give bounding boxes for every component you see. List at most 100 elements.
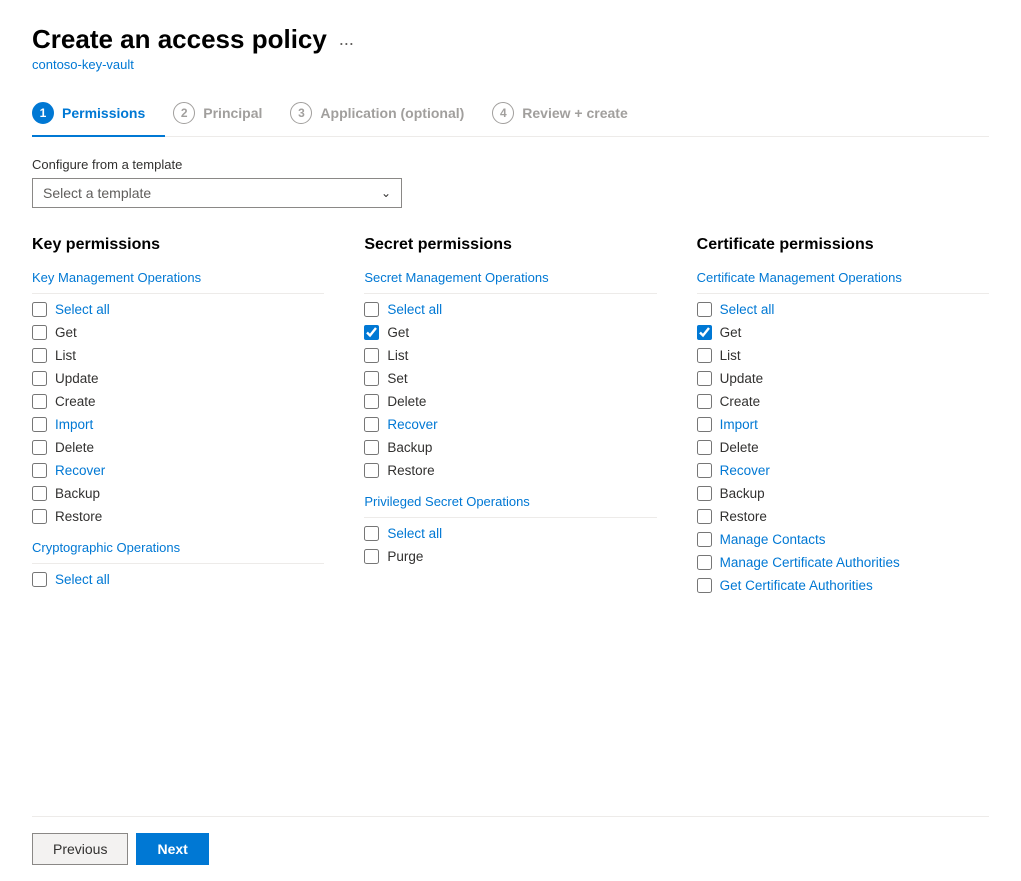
key-delete-row[interactable]: Delete (32, 440, 324, 455)
cert-manage-ca-label[interactable]: Manage Certificate Authorities (720, 555, 900, 570)
cert-restore-row[interactable]: Restore (697, 509, 989, 524)
key-update-label[interactable]: Update (55, 371, 99, 386)
secret-restore-checkbox[interactable] (364, 463, 379, 478)
secret-backup-row[interactable]: Backup (364, 440, 656, 455)
step-application[interactable]: 3 Application (optional) (290, 92, 484, 136)
cert-select-all-checkbox[interactable] (697, 302, 712, 317)
key-crypto-select-all-label[interactable]: Select all (55, 572, 110, 587)
secret-purge-checkbox[interactable] (364, 549, 379, 564)
cert-manage-ca-checkbox[interactable] (697, 555, 712, 570)
cert-import-checkbox[interactable] (697, 417, 712, 432)
key-import-checkbox[interactable] (32, 417, 47, 432)
key-delete-label[interactable]: Delete (55, 440, 94, 455)
key-import-label[interactable]: Import (55, 417, 93, 432)
step-permissions[interactable]: 1 Permissions (32, 92, 165, 136)
cert-restore-label[interactable]: Restore (720, 509, 767, 524)
secret-purge-label[interactable]: Purge (387, 549, 423, 564)
secret-delete-label[interactable]: Delete (387, 394, 426, 409)
cert-backup-checkbox[interactable] (697, 486, 712, 501)
secret-delete-row[interactable]: Delete (364, 394, 656, 409)
key-restore-row[interactable]: Restore (32, 509, 324, 524)
key-backup-checkbox[interactable] (32, 486, 47, 501)
key-recover-checkbox[interactable] (32, 463, 47, 478)
key-import-row[interactable]: Import (32, 417, 324, 432)
secret-recover-checkbox[interactable] (364, 417, 379, 432)
cert-backup-row[interactable]: Backup (697, 486, 989, 501)
key-crypto-select-all-checkbox[interactable] (32, 572, 47, 587)
key-list-checkbox[interactable] (32, 348, 47, 363)
step-review[interactable]: 4 Review + create (492, 92, 647, 136)
cert-create-label[interactable]: Create (720, 394, 761, 409)
secret-list-row[interactable]: List (364, 348, 656, 363)
cert-get-ca-row[interactable]: Get Certificate Authorities (697, 578, 989, 593)
secret-select-all-checkbox[interactable] (364, 302, 379, 317)
key-restore-label[interactable]: Restore (55, 509, 102, 524)
cert-get-label[interactable]: Get (720, 325, 742, 340)
key-list-label[interactable]: List (55, 348, 76, 363)
secret-backup-checkbox[interactable] (364, 440, 379, 455)
key-select-all-checkbox[interactable] (32, 302, 47, 317)
secret-set-row[interactable]: Set (364, 371, 656, 386)
secret-select-all-row[interactable]: Select all (364, 302, 656, 317)
secret-recover-row[interactable]: Recover (364, 417, 656, 432)
secret-backup-label[interactable]: Backup (387, 440, 432, 455)
next-button[interactable]: Next (136, 833, 208, 865)
key-delete-checkbox[interactable] (32, 440, 47, 455)
cert-create-row[interactable]: Create (697, 394, 989, 409)
key-select-all-label[interactable]: Select all (55, 302, 110, 317)
key-crypto-select-all-row[interactable]: Select all (32, 572, 324, 587)
secret-list-checkbox[interactable] (364, 348, 379, 363)
key-restore-checkbox[interactable] (32, 509, 47, 524)
cert-update-row[interactable]: Update (697, 371, 989, 386)
key-list-row[interactable]: List (32, 348, 324, 363)
cert-list-label[interactable]: List (720, 348, 741, 363)
template-dropdown[interactable]: Select a template ⌄ (32, 178, 402, 208)
key-create-row[interactable]: Create (32, 394, 324, 409)
cert-manage-contacts-label[interactable]: Manage Contacts (720, 532, 826, 547)
cert-get-ca-label[interactable]: Get Certificate Authorities (720, 578, 873, 593)
cert-get-row[interactable]: Get (697, 325, 989, 340)
cert-update-label[interactable]: Update (720, 371, 764, 386)
secret-delete-checkbox[interactable] (364, 394, 379, 409)
secret-get-label[interactable]: Get (387, 325, 409, 340)
previous-button[interactable]: Previous (32, 833, 128, 865)
key-backup-row[interactable]: Backup (32, 486, 324, 501)
cert-recover-row[interactable]: Recover (697, 463, 989, 478)
secret-priv-select-all-row[interactable]: Select all (364, 526, 656, 541)
cert-delete-checkbox[interactable] (697, 440, 712, 455)
key-recover-row[interactable]: Recover (32, 463, 324, 478)
cert-select-all-row[interactable]: Select all (697, 302, 989, 317)
cert-manage-contacts-row[interactable]: Manage Contacts (697, 532, 989, 547)
step-principal[interactable]: 2 Principal (173, 92, 282, 136)
secret-restore-row[interactable]: Restore (364, 463, 656, 478)
secret-restore-label[interactable]: Restore (387, 463, 434, 478)
cert-import-row[interactable]: Import (697, 417, 989, 432)
secret-set-checkbox[interactable] (364, 371, 379, 386)
breadcrumb[interactable]: contoso-key-vault (32, 57, 989, 72)
ellipsis-button[interactable]: ... (335, 29, 358, 50)
key-get-label[interactable]: Get (55, 325, 77, 340)
secret-set-label[interactable]: Set (387, 371, 407, 386)
cert-create-checkbox[interactable] (697, 394, 712, 409)
cert-delete-label[interactable]: Delete (720, 440, 759, 455)
key-backup-label[interactable]: Backup (55, 486, 100, 501)
cert-select-all-label[interactable]: Select all (720, 302, 775, 317)
key-get-checkbox[interactable] (32, 325, 47, 340)
cert-restore-checkbox[interactable] (697, 509, 712, 524)
key-create-checkbox[interactable] (32, 394, 47, 409)
secret-list-label[interactable]: List (387, 348, 408, 363)
cert-get-checkbox[interactable] (697, 325, 712, 340)
key-update-row[interactable]: Update (32, 371, 324, 386)
cert-manage-contacts-checkbox[interactable] (697, 532, 712, 547)
secret-get-row[interactable]: Get (364, 325, 656, 340)
cert-list-row[interactable]: List (697, 348, 989, 363)
secret-get-checkbox[interactable] (364, 325, 379, 340)
cert-delete-row[interactable]: Delete (697, 440, 989, 455)
cert-import-label[interactable]: Import (720, 417, 758, 432)
cert-recover-label[interactable]: Recover (720, 463, 770, 478)
secret-purge-row[interactable]: Purge (364, 549, 656, 564)
key-get-row[interactable]: Get (32, 325, 324, 340)
secret-priv-select-all-checkbox[interactable] (364, 526, 379, 541)
secret-select-all-label[interactable]: Select all (387, 302, 442, 317)
key-recover-label[interactable]: Recover (55, 463, 105, 478)
